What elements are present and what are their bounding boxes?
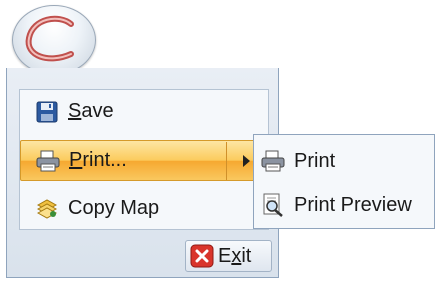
split-divider	[226, 142, 227, 180]
submenu-item-print[interactable]: Print	[260, 141, 335, 181]
menu-item-print-label: Print...	[69, 149, 127, 171]
application-button[interactable]	[12, 5, 96, 75]
app-logo-icon	[25, 15, 74, 62]
exit-button-label: Exit	[218, 244, 252, 267]
printer-icon	[35, 148, 61, 174]
menu-item-copy-map[interactable]: Copy Map	[20, 188, 268, 229]
menu-item-copy-map-label: Copy Map	[68, 197, 160, 219]
submenu-item-print-label: Print	[294, 149, 336, 172]
menu-item-save[interactable]: Save	[20, 91, 268, 132]
application-menu: Save Print... Copy Map Exit	[6, 68, 279, 278]
exit-icon	[190, 244, 214, 268]
print-preview-icon	[260, 192, 286, 218]
menu-item-list: Save Print... Copy Map	[19, 89, 269, 230]
submenu-arrow-icon[interactable]	[243, 155, 250, 167]
floppy-disk-icon	[34, 99, 60, 125]
copy-map-icon	[34, 196, 60, 222]
submenu-item-print-preview-label: Print Preview	[294, 193, 412, 216]
printer-icon	[260, 148, 286, 174]
menu-item-save-label: Save	[68, 100, 114, 122]
submenu-item-print-preview[interactable]: Print Preview	[260, 185, 412, 225]
exit-button[interactable]: Exit	[185, 240, 272, 272]
menu-item-print[interactable]: Print...	[20, 140, 268, 181]
print-submenu: Print Print Preview	[253, 134, 435, 229]
